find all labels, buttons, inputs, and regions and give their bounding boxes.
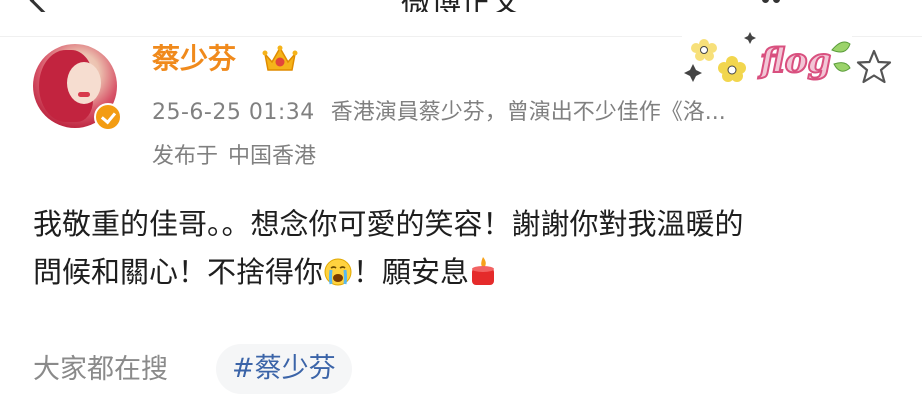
crying-face-icon: [324, 258, 352, 286]
location-value: 中国香港: [228, 144, 317, 169]
user-name[interactable]: 蔡少芬: [152, 40, 236, 78]
post-body: 我敬重的佳哥。。想念你可愛的笑容！謝謝你對我溫暖的 問候和關心！不捨得你 ！願安…: [33, 200, 893, 296]
weibo-post-page: 微博正文 蔡少芬 25-6-25 01:34 香港演員蔡少芬，曾演出不少佳作《洛.…: [0, 0, 922, 405]
user-bio: 香港演員蔡少芬，曾演出不少佳作《洛...: [330, 100, 726, 125]
svg-text:flog: flog: [757, 41, 831, 81]
location-prefix: 发布于: [152, 144, 219, 169]
post-line-2a: 問候和關心！不捨得你: [33, 255, 324, 289]
verified-badge-icon: [94, 103, 122, 131]
post-line-2b: ！願安息: [353, 255, 470, 289]
post-line-2: 問候和關心！不捨得你 ！願安息: [33, 248, 893, 296]
trending-search-label: 大家都在搜: [33, 354, 168, 385]
post-time: 25-6-25 01:34: [152, 100, 315, 125]
top-navigation-bar: 微博正文: [0, 0, 922, 12]
post-location: 发布于 中国香港: [152, 141, 316, 173]
post-line-1: 我敬重的佳哥。。想念你可愛的笑容！謝謝你對我溫暖的: [33, 207, 744, 241]
candle-icon: [472, 257, 495, 285]
more-options-icon[interactable]: [762, 0, 792, 6]
favorite-star-icon[interactable]: [855, 48, 893, 86]
flog-sticker: flog: [682, 30, 852, 86]
post-meta: 25-6-25 01:34 香港演員蔡少芬，曾演出不少佳作《洛...: [152, 97, 726, 129]
hashtag-chip[interactable]: #蔡少芬: [216, 344, 352, 394]
vip-crown-icon: [262, 45, 298, 71]
